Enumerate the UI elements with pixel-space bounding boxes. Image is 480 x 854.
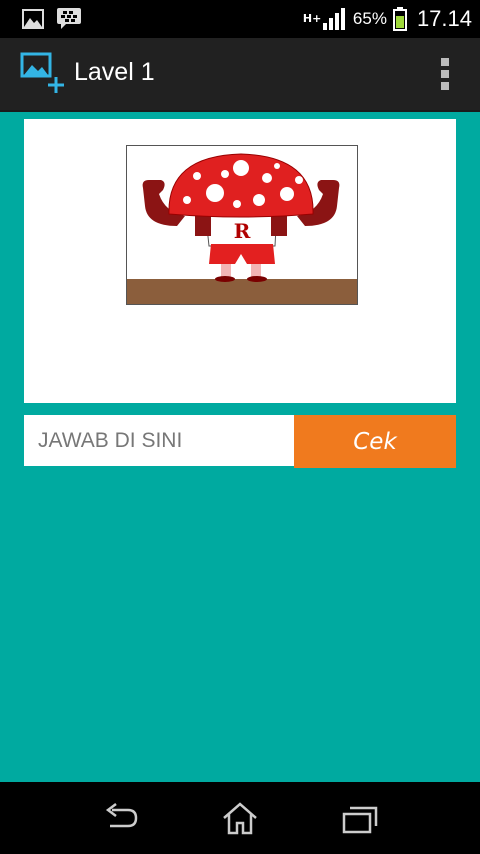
navigation-bar [0, 782, 480, 854]
clock: 17.14 [416, 6, 472, 31]
mushroom-letter: R [234, 219, 251, 243]
page-title: Lavel 1 [74, 58, 155, 86]
battery-percent: 65% [352, 9, 387, 28]
recent-apps-icon[interactable] [340, 800, 380, 836]
answer-input[interactable] [24, 415, 294, 466]
add-image-icon[interactable] [20, 52, 66, 94]
network-type-label: H+ [302, 12, 322, 25]
puzzle-image: R [126, 145, 358, 305]
action-bar: Lavel 1 [0, 38, 480, 112]
cek-button[interactable]: Cek [294, 415, 456, 468]
home-icon[interactable] [220, 800, 260, 836]
overflow-menu-icon[interactable] [440, 58, 450, 92]
signal-icon [322, 8, 345, 30]
puzzle-image-card: R [24, 119, 456, 403]
status-bar: H+ 65% 17.14 [0, 0, 480, 38]
mushroom-illustration: R [127, 153, 357, 304]
back-icon[interactable] [100, 800, 140, 836]
bbm-icon [57, 8, 81, 29]
gallery-icon [22, 9, 44, 29]
battery-icon [392, 7, 407, 31]
